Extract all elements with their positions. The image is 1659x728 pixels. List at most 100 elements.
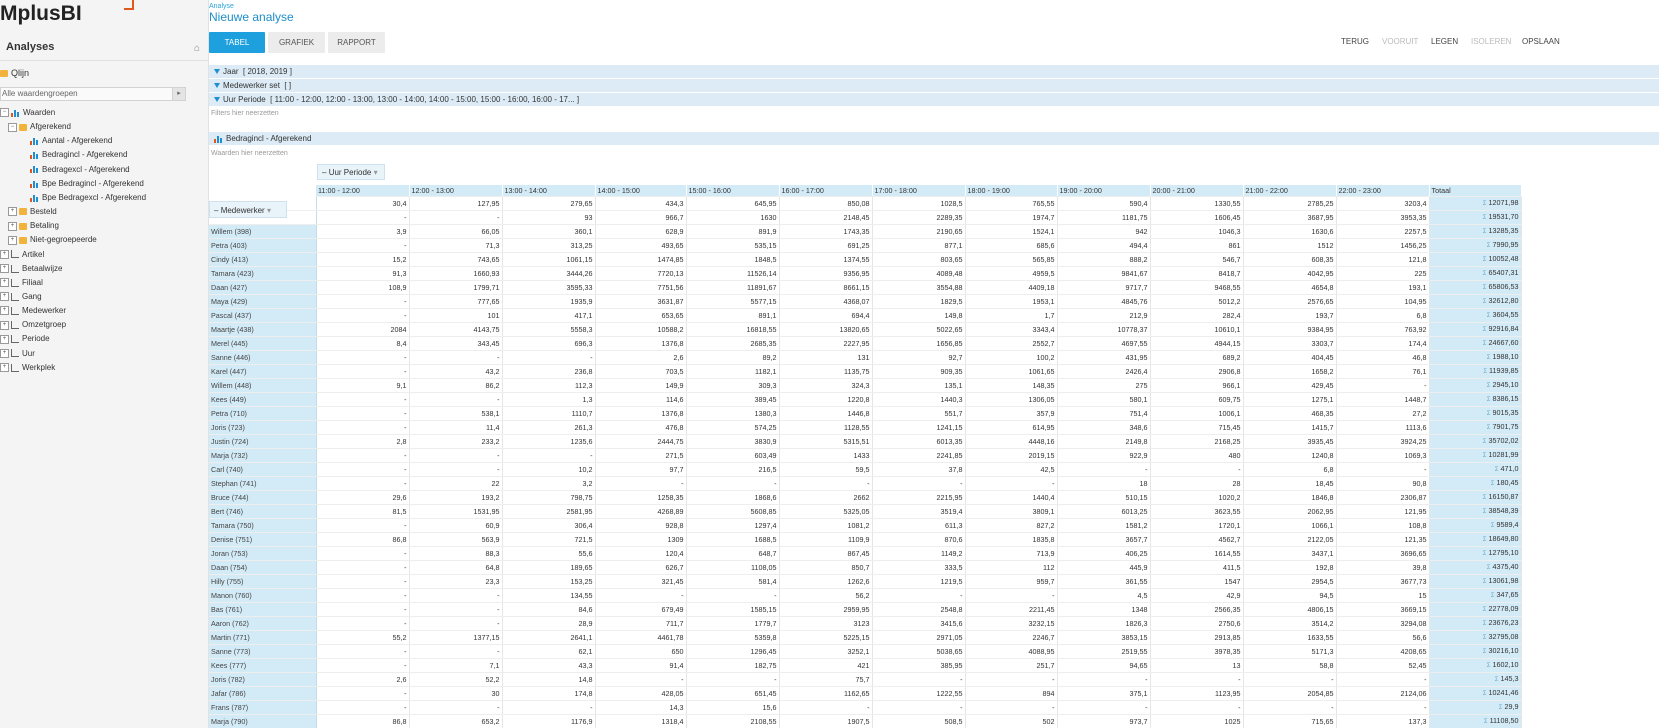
value-cell[interactable]: 1241,15 bbox=[872, 420, 966, 436]
value-cell[interactable]: 2576,65 bbox=[1243, 294, 1337, 310]
value-cell[interactable]: 1614,55 bbox=[1150, 546, 1244, 562]
value-cell[interactable]: 1069,3 bbox=[1336, 448, 1430, 464]
value-cell[interactable]: 626,7 bbox=[595, 560, 687, 576]
filter-medewerker-set[interactable]: Medewerker set [ ] bbox=[209, 79, 1659, 92]
value-cell[interactable]: 1846,8 bbox=[1243, 490, 1337, 506]
value-cell[interactable]: 1658,2 bbox=[1243, 364, 1337, 380]
value-cell[interactable]: 9841,67 bbox=[1057, 266, 1151, 282]
tree-item[interactable]: + Betaling bbox=[8, 219, 59, 233]
value-cell[interactable]: 1113,6 bbox=[1336, 420, 1430, 436]
value-cell[interactable]: 645,95 bbox=[686, 196, 780, 212]
tree-item[interactable]: Bpe Bedragincl - Afgerekend bbox=[30, 177, 144, 191]
value-cell[interactable]: 120,4 bbox=[595, 546, 687, 562]
expand-icon[interactable]: + bbox=[0, 334, 9, 344]
value-cell[interactable]: 1779,7 bbox=[686, 616, 780, 632]
value-cell[interactable]: 9717,7 bbox=[1057, 280, 1151, 296]
value-cell[interactable]: - bbox=[502, 448, 596, 464]
value-cell[interactable]: - bbox=[595, 476, 687, 492]
value-cell[interactable]: 1318,4 bbox=[595, 714, 687, 728]
row-header[interactable]: Sanne (773) bbox=[209, 644, 317, 660]
value-cell[interactable]: 2552,7 bbox=[965, 336, 1058, 352]
total-cell[interactable]: Σ 65407,31 bbox=[1429, 266, 1522, 282]
value-cell[interactable]: 1109,9 bbox=[779, 532, 873, 548]
value-cell[interactable]: 2289,35 bbox=[872, 210, 966, 226]
value-cell[interactable]: 271,5 bbox=[595, 448, 687, 464]
value-cell[interactable]: 97,7 bbox=[595, 462, 687, 478]
tree-item[interactable]: + Uur bbox=[0, 347, 35, 361]
value-cell[interactable]: 4143,75 bbox=[409, 322, 503, 338]
value-cell[interactable]: 28 bbox=[1150, 476, 1244, 492]
value-cell[interactable]: 535,15 bbox=[686, 238, 780, 254]
value-cell[interactable]: 343,45 bbox=[409, 336, 503, 352]
total-cell[interactable]: Σ 22778,09 bbox=[1429, 602, 1522, 618]
value-cell[interactable]: 2122,05 bbox=[1243, 532, 1337, 548]
value-cell[interactable]: 1656,85 bbox=[872, 336, 966, 352]
row-header[interactable]: Daan (427) bbox=[209, 280, 317, 296]
total-cell[interactable]: Σ 180,45 bbox=[1429, 476, 1522, 492]
value-cell[interactable]: 1028,5 bbox=[872, 196, 966, 212]
value-cell[interactable]: 43,3 bbox=[502, 658, 596, 674]
total-cell[interactable]: Σ 3604,55 bbox=[1429, 308, 1522, 324]
value-cell[interactable]: 1630 bbox=[686, 210, 780, 226]
expand-icon[interactable]: + bbox=[0, 264, 9, 274]
value-cell[interactable]: - bbox=[409, 602, 503, 618]
value-cell[interactable]: 11,4 bbox=[409, 420, 503, 436]
value-cell[interactable]: 966,1 bbox=[1150, 378, 1244, 394]
value-cell[interactable]: - bbox=[1150, 462, 1244, 478]
value-cell[interactable]: - bbox=[872, 476, 966, 492]
value-cell[interactable]: 27,2 bbox=[1336, 406, 1430, 422]
row-header[interactable]: Cindy (413) bbox=[209, 252, 317, 268]
legen-button[interactable]: LEGEN bbox=[1431, 37, 1458, 46]
value-cell[interactable]: 1799,71 bbox=[409, 280, 503, 296]
value-cell[interactable]: - bbox=[316, 616, 410, 632]
value-cell[interactable]: 2750,6 bbox=[1150, 616, 1244, 632]
row-header[interactable]: Aaron (762) bbox=[209, 616, 317, 632]
value-cell[interactable]: 8,4 bbox=[316, 336, 410, 352]
value-cell[interactable]: 4654,8 bbox=[1243, 280, 1337, 296]
value-cell[interactable]: 1660,93 bbox=[409, 266, 503, 282]
value-cell[interactable]: 1743,35 bbox=[779, 224, 873, 240]
value-cell[interactable]: 696,3 bbox=[502, 336, 596, 352]
value-cell[interactable]: 14,8 bbox=[502, 672, 596, 688]
tab-rapport[interactable]: RAPPORT bbox=[328, 32, 385, 53]
tree-item[interactable]: Aantal - Afgerekend bbox=[30, 134, 112, 148]
value-cell[interactable]: - bbox=[595, 588, 687, 604]
value-cell[interactable]: 1633,55 bbox=[1243, 630, 1337, 646]
value-cell[interactable]: 3444,26 bbox=[502, 266, 596, 282]
value-cell[interactable]: 4697,55 bbox=[1057, 336, 1151, 352]
value-cell[interactable]: 3924,25 bbox=[1336, 434, 1430, 450]
value-cell[interactable]: 7,1 bbox=[409, 658, 503, 674]
value-cell[interactable]: 3232,15 bbox=[965, 616, 1058, 632]
value-cell[interactable]: 2954,5 bbox=[1243, 574, 1337, 590]
value-cell[interactable]: - bbox=[316, 210, 410, 226]
value-cell[interactable]: 685,6 bbox=[965, 238, 1058, 254]
column-header[interactable]: 12:00 - 13:00 bbox=[409, 185, 503, 198]
value-cell[interactable]: 721,5 bbox=[502, 532, 596, 548]
total-cell[interactable]: Σ 24667,60 bbox=[1429, 336, 1522, 352]
column-header[interactable]: 19:00 - 20:00 bbox=[1057, 185, 1151, 198]
value-cell[interactable]: 6013,25 bbox=[1057, 504, 1151, 520]
value-cell[interactable]: 2019,15 bbox=[965, 448, 1058, 464]
column-header[interactable]: 17:00 - 18:00 bbox=[872, 185, 966, 198]
value-cell[interactable]: 5012,2 bbox=[1150, 294, 1244, 310]
value-cell[interactable]: - bbox=[316, 294, 410, 310]
total-cell[interactable]: Σ 145,3 bbox=[1429, 672, 1522, 688]
value-cell[interactable]: 1128,55 bbox=[779, 420, 873, 436]
value-cell[interactable]: 66,05 bbox=[409, 224, 503, 240]
value-cell[interactable]: 4409,18 bbox=[965, 280, 1058, 296]
expand-icon[interactable]: + bbox=[8, 221, 17, 231]
value-cell[interactable]: 1176,9 bbox=[502, 714, 596, 728]
column-header[interactable]: 16:00 - 17:00 bbox=[779, 185, 873, 198]
value-cell[interactable]: 134,55 bbox=[502, 588, 596, 604]
value-cell[interactable]: 3623,55 bbox=[1150, 504, 1244, 520]
value-cell[interactable]: 611,3 bbox=[872, 518, 966, 534]
value-cell[interactable]: 1456,25 bbox=[1336, 238, 1430, 254]
value-cell[interactable]: 10588,2 bbox=[595, 322, 687, 338]
value-cell[interactable]: 60,9 bbox=[409, 518, 503, 534]
value-cell[interactable]: 174,4 bbox=[1336, 336, 1430, 352]
value-cell[interactable]: - bbox=[316, 602, 410, 618]
value-cell[interactable]: 2149,8 bbox=[1057, 434, 1151, 450]
row-header[interactable]: Marja (732) bbox=[209, 448, 317, 464]
value-cell[interactable]: 590,4 bbox=[1057, 196, 1151, 212]
tree-item[interactable]: + Filiaal bbox=[0, 276, 43, 290]
